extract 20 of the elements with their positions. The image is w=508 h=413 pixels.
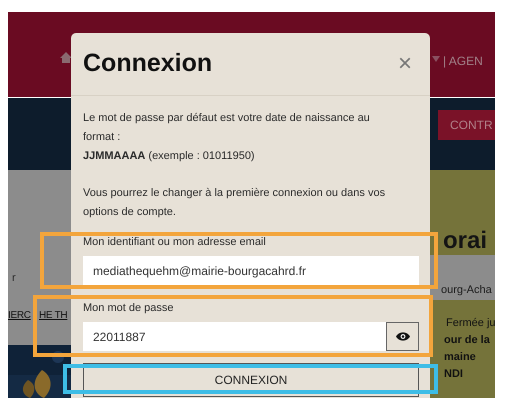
password-field[interactable]: 22011887 bbox=[83, 322, 386, 351]
contact-button[interactable]: CONTR bbox=[438, 110, 495, 140]
hours-text: NDI bbox=[443, 367, 464, 381]
nav-link[interactable]: | AGEN bbox=[443, 52, 483, 70]
hours-text: maine bbox=[443, 350, 477, 364]
email-field[interactable]: mediathequehm@mairie-bourgacahrd.fr bbox=[83, 256, 419, 285]
search-link[interactable]: HE TH bbox=[39, 308, 68, 323]
page-heading: orai bbox=[443, 229, 488, 253]
instruction-text: Le mot de passe par défaut est votre date de naissance au format : bbox=[83, 111, 371, 145]
field-label: Mon mot de passe bbox=[83, 301, 174, 316]
note-text: Vous pourrez le changer à la première connexion ou dans vos options de compte. bbox=[83, 186, 386, 220]
location-text: ourg-Acha bbox=[441, 283, 492, 298]
hours-text: our de la bbox=[443, 333, 491, 347]
dialog-title: Connexion bbox=[83, 48, 212, 80]
hours-text: Fermée ju bbox=[445, 316, 495, 330]
field-label: Mon identifiant ou mon adresse email bbox=[83, 235, 266, 250]
format-text: JJMMAAAA (exemple : 01011950) bbox=[83, 149, 256, 164]
side-text: r bbox=[12, 271, 16, 286]
close-button[interactable]: × bbox=[398, 52, 418, 76]
search-link[interactable]: IERC bbox=[8, 308, 31, 323]
